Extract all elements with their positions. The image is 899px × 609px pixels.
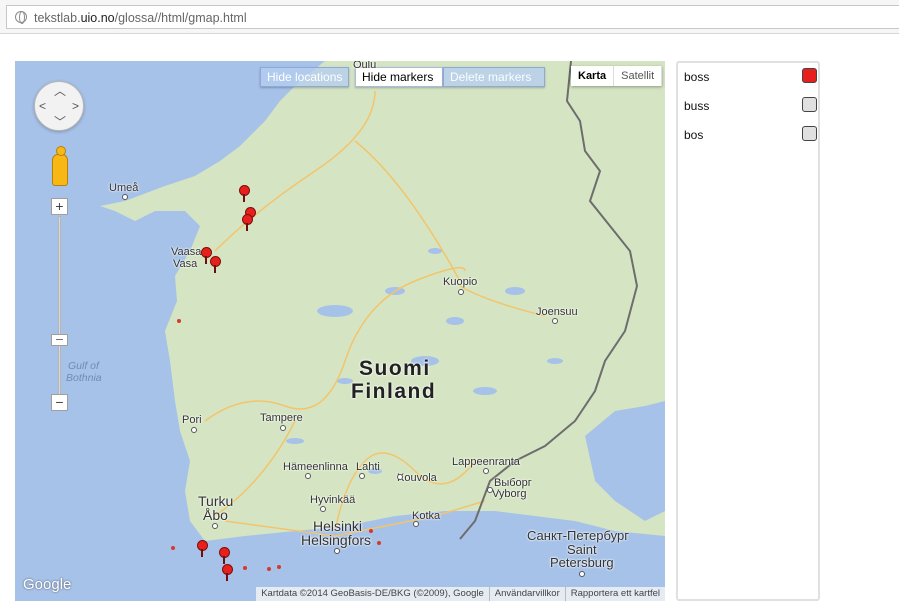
place-hyvinkaa: Hyvinkää: [310, 494, 356, 506]
place-tampere: Tampere: [260, 412, 303, 424]
place-oulu: Oulu: [353, 61, 377, 71]
city-dot: [334, 548, 340, 554]
city-dot: [413, 521, 419, 527]
map-marker[interactable]: [239, 185, 250, 202]
place-gulf-line2: Bothnia: [66, 372, 102, 384]
city-dot: [359, 473, 365, 479]
place-hameenlinna: Hämeenlinna: [283, 461, 348, 473]
city-dot: [320, 506, 326, 512]
city-dot: [305, 473, 311, 479]
place-finland: Finland: [351, 380, 437, 403]
city-dot: [552, 318, 558, 324]
place-pori: Pori: [182, 414, 202, 426]
location-dot[interactable]: [377, 541, 381, 545]
place-gulf-line1: Gulf of: [68, 360, 99, 372]
map-marker[interactable]: [242, 214, 253, 231]
report-error-link[interactable]: Rapportera ett kartfel: [564, 587, 665, 601]
legend-label: bos: [684, 128, 704, 142]
zoom-slider-track[interactable]: [58, 216, 61, 403]
zoom-in-button[interactable]: +: [51, 198, 68, 215]
map-attribution: Kartdata ©2014 GeoBasis-DE/BKG (©2009), …: [256, 587, 665, 601]
location-dot[interactable]: [171, 546, 175, 550]
place-vyborg: Vyborg: [492, 488, 527, 500]
place-joensuu: Joensuu: [536, 306, 578, 318]
city-dot: [212, 523, 218, 529]
legend-swatch[interactable]: [802, 97, 817, 112]
legend-swatch[interactable]: [802, 68, 817, 83]
pan-right-icon[interactable]: >: [72, 100, 79, 112]
place-lahti: Lahti: [356, 461, 380, 473]
place-abo: Åbo: [203, 507, 228, 523]
city-dot: [280, 425, 286, 431]
terms-link[interactable]: Användarvillkor: [488, 587, 565, 601]
legend-panel: boss buss bos: [676, 61, 820, 601]
place-spb: Petersburg: [550, 555, 614, 570]
map-marker[interactable]: [210, 256, 221, 273]
map-type-satellit[interactable]: Satellit: [614, 66, 663, 86]
place-kouvola: Kouvola: [397, 472, 437, 484]
city-dot: [122, 194, 128, 200]
location-dot[interactable]: [243, 566, 247, 570]
url-text: tekstlab.uio.no/glossa//html/gmap.html: [34, 11, 247, 25]
pan-control[interactable]: ︿ ﹀ < >: [34, 81, 84, 131]
globe-icon: [15, 11, 27, 24]
map-marker[interactable]: [197, 540, 208, 557]
place-helsingfors: Helsingfors: [301, 532, 372, 548]
city-dot: [191, 427, 197, 433]
legend-label: buss: [684, 99, 710, 113]
map-marker[interactable]: [222, 564, 233, 581]
zoom-out-button[interactable]: −: [51, 394, 68, 411]
location-dot[interactable]: [277, 565, 281, 569]
location-dot[interactable]: [369, 529, 373, 533]
city-dot: [487, 487, 493, 493]
legend-item-boss[interactable]: boss: [682, 67, 817, 87]
location-dot[interactable]: [267, 567, 271, 571]
google-logo[interactable]: Google: [23, 576, 71, 593]
place-spb-ru: Санкт-Петербург: [527, 528, 629, 543]
city-dot: [483, 468, 489, 474]
delete-markers-button[interactable]: Delete markers: [443, 67, 545, 87]
map-marker[interactable]: [219, 547, 230, 564]
legend-item-bos[interactable]: bos: [682, 125, 817, 145]
place-vasa: Vasa: [173, 258, 198, 270]
place-vaasa: Vaasa: [171, 246, 202, 258]
place-lappeenranta: Lappeenranta: [452, 456, 520, 468]
place-umea: Umeå: [109, 182, 139, 194]
browser-address-bar: tekstlab.uio.no/glossa//html/gmap.html: [0, 0, 899, 34]
pan-down-icon[interactable]: ﹀: [54, 116, 66, 128]
attribution-data: Kartdata ©2014 GeoBasis-DE/BKG (©2009), …: [261, 588, 484, 599]
location-dot[interactable]: [177, 319, 181, 323]
legend-label: boss: [684, 70, 710, 84]
place-kuopio: Kuopio: [443, 276, 478, 288]
city-dot: [397, 474, 403, 480]
map-type-karta[interactable]: Karta: [571, 66, 615, 86]
place-suomi: Suomi: [359, 357, 431, 380]
pan-left-icon[interactable]: <: [39, 100, 46, 112]
city-dot: [458, 289, 464, 295]
street-view-pegman-icon[interactable]: [52, 146, 68, 186]
pan-up-icon[interactable]: ︿: [54, 85, 66, 97]
legend-swatch[interactable]: [802, 126, 817, 141]
map-canvas[interactable]: Hide locations Hide markers Delete marke…: [15, 61, 665, 601]
legend-item-buss[interactable]: buss: [682, 96, 817, 116]
hide-locations-button[interactable]: Hide locations: [260, 67, 350, 87]
zoom-slider-handle[interactable]: [51, 334, 68, 346]
city-dot: [579, 571, 585, 577]
url-field[interactable]: tekstlab.uio.no/glossa//html/gmap.html: [6, 5, 899, 29]
map-type-control: Karta Satellit: [571, 66, 663, 86]
